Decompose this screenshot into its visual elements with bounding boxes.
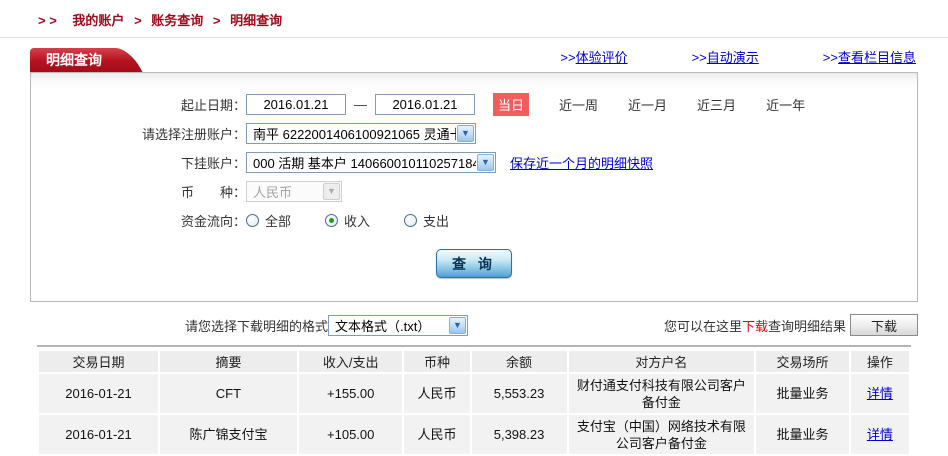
quick-range-quarter[interactable]: 近三月 — [697, 95, 736, 114]
page: > > 我的账户 > 账务查询 > 明细查询 明细查询 >>体验评价 >>自动演… — [0, 0, 948, 455]
breadcrumb-separator: > — [213, 13, 221, 28]
header-links: >>体验评价 >>自动演示 >>查看栏目信息 — [560, 47, 918, 72]
table-row: 2016-01-21 陈广锦支付宝 +105.00 人民币 5,398.23 支… — [39, 415, 909, 454]
breadcrumb-separator: > — [134, 13, 142, 28]
registered-account-label: 请选择注册账户： — [31, 124, 246, 143]
download-button[interactable]: 下载 — [850, 314, 918, 336]
cell-date: 2016-01-21 — [39, 374, 158, 413]
radio-all[interactable]: 全部 — [246, 211, 291, 230]
cell-action: 详情 — [851, 415, 909, 454]
tab-row: 明细查询 >>体验评价 >>自动演示 >>查看栏目信息 — [30, 46, 918, 72]
breadcrumb-item-my-account[interactable]: 我的账户 — [72, 13, 124, 28]
sub-account-row: 下挂账户： 000 活期 基本户 1406600101102571848 ▼ 保… — [31, 148, 917, 177]
cell-date: 2016-01-21 — [39, 415, 158, 454]
cell-action: 详情 — [851, 374, 909, 413]
currency-select: 人民币 ▼ — [246, 181, 342, 202]
flow-direction-label: 资金流向： — [31, 211, 246, 230]
quick-range-week[interactable]: 近一周 — [559, 95, 598, 114]
breadcrumb-item-detail-query[interactable]: 明细查询 — [230, 13, 282, 28]
radio-income[interactable]: 收入 — [325, 211, 370, 230]
cell-currency: 人民币 — [404, 415, 469, 454]
col-action: 操作 — [851, 351, 909, 372]
download-format: 请您选择下载明细的格式 文本格式（.txt） ▼ — [185, 315, 468, 336]
currency-label: 币 种： — [31, 182, 246, 201]
col-summary: 摘要 — [160, 351, 297, 372]
query-button-row: 查 询 — [31, 249, 917, 278]
cell-summary: CFT — [160, 374, 297, 413]
flow-direction-row: 资金流向： 全部 收入 支出 — [31, 206, 917, 235]
table-header-row: 交易日期 摘要 收入/支出 币种 余额 对方户名 交易场所 操作 — [39, 351, 909, 372]
registered-account-select[interactable]: 南平 6222001406100921065 灵通卡 ▼ — [246, 123, 476, 144]
registered-account-row: 请选择注册账户： 南平 6222001406100921065 灵通卡 ▼ — [31, 119, 917, 148]
quick-range-group: 当日 近一周 近一月 近三月 近一年 — [493, 93, 805, 116]
sub-account-select[interactable]: 000 活期 基本户 1406600101102571848 ▼ — [246, 152, 496, 173]
save-monthly-snapshot-link[interactable]: 保存近一个月的明细快照 — [510, 153, 653, 172]
download-inline-link[interactable]: 下载 — [742, 316, 768, 335]
breadcrumb: > > 我的账户 > 账务查询 > 明细查询 — [0, 0, 948, 38]
query-form-panel: 起止日期： — 当日 近一周 近一月 近三月 近一年 请选择注册账户： 南平 6… — [30, 72, 918, 302]
col-amount: 收入/支出 — [299, 351, 403, 372]
cell-balance: 5,553.23 — [472, 374, 567, 413]
date-dash: — — [354, 97, 367, 112]
cell-counterparty: 财付通支付科技有限公司客户备付金 — [569, 374, 755, 413]
col-trade-date: 交易日期 — [39, 351, 158, 372]
breadcrumb-prefix: > > — [38, 13, 57, 28]
date-range-row: 起止日期： — 当日 近一周 近一月 近三月 近一年 — [31, 90, 917, 119]
download-format-select[interactable]: 文本格式（.txt） ▼ — [328, 315, 468, 336]
date-range-label: 起止日期： — [31, 95, 246, 114]
download-hint: 您可以在这里下载查询明细结果 下载 — [664, 314, 918, 336]
quick-range-today[interactable]: 当日 — [493, 93, 529, 116]
radio-checked-icon — [325, 214, 338, 227]
date-to-input[interactable] — [375, 94, 475, 115]
link-auto-demo[interactable]: >>自动演示 — [692, 47, 759, 66]
col-balance: 余额 — [472, 351, 567, 372]
query-button[interactable]: 查 询 — [436, 249, 512, 278]
table-row: 2016-01-21 CFT +155.00 人民币 5,553.23 财付通支… — [39, 374, 909, 413]
radio-icon — [246, 214, 259, 227]
col-counterparty: 对方户名 — [569, 351, 755, 372]
radio-icon — [404, 214, 417, 227]
download-row: 请您选择下载明细的格式 文本格式（.txt） ▼ 您可以在这里下载查询明细结果 … — [30, 313, 918, 337]
col-venue: 交易场所 — [756, 351, 848, 372]
quick-range-year[interactable]: 近一年 — [766, 95, 805, 114]
chevron-down-icon: ▼ — [457, 125, 474, 142]
chevron-down-icon: ▼ — [449, 317, 466, 334]
cell-balance: 5,398.23 — [472, 415, 567, 454]
sub-account-label: 下挂账户： — [31, 153, 246, 172]
results-table-wrap: 交易日期 摘要 收入/支出 币种 余额 对方户名 交易场所 操作 2016-01… — [37, 345, 911, 456]
tab-detail-query[interactable]: 明细查询 — [30, 48, 116, 72]
detail-link[interactable]: 详情 — [867, 386, 893, 401]
quick-range-month[interactable]: 近一月 — [628, 95, 667, 114]
currency-row: 币 种： 人民币 ▼ — [31, 177, 917, 206]
cell-venue: 批量业务 — [756, 415, 848, 454]
cell-venue: 批量业务 — [756, 374, 848, 413]
breadcrumb-item-account-query[interactable]: 账务查询 — [151, 13, 203, 28]
cell-counterparty: 支付宝（中国）网络技术有限公司客户备付金 — [569, 415, 755, 454]
link-experience-rating[interactable]: >>体验评价 — [560, 47, 627, 66]
radio-expense[interactable]: 支出 — [404, 211, 449, 230]
download-format-label: 请您选择下载明细的格式 — [185, 316, 328, 335]
cell-amount: +105.00 — [299, 415, 403, 454]
col-currency: 币种 — [404, 351, 469, 372]
flow-radio-group: 全部 收入 支出 — [246, 211, 449, 230]
detail-link[interactable]: 详情 — [867, 427, 893, 442]
chevron-down-icon: ▼ — [323, 183, 340, 200]
chevron-down-icon: ▼ — [477, 154, 494, 171]
cell-summary: 陈广锦支付宝 — [160, 415, 297, 454]
cell-currency: 人民币 — [404, 374, 469, 413]
results-table: 交易日期 摘要 收入/支出 币种 余额 对方户名 交易场所 操作 2016-01… — [37, 349, 911, 456]
date-from-input[interactable] — [246, 94, 346, 115]
cell-amount: +155.00 — [299, 374, 403, 413]
link-view-column-info[interactable]: >>查看栏目信息 — [823, 47, 916, 66]
